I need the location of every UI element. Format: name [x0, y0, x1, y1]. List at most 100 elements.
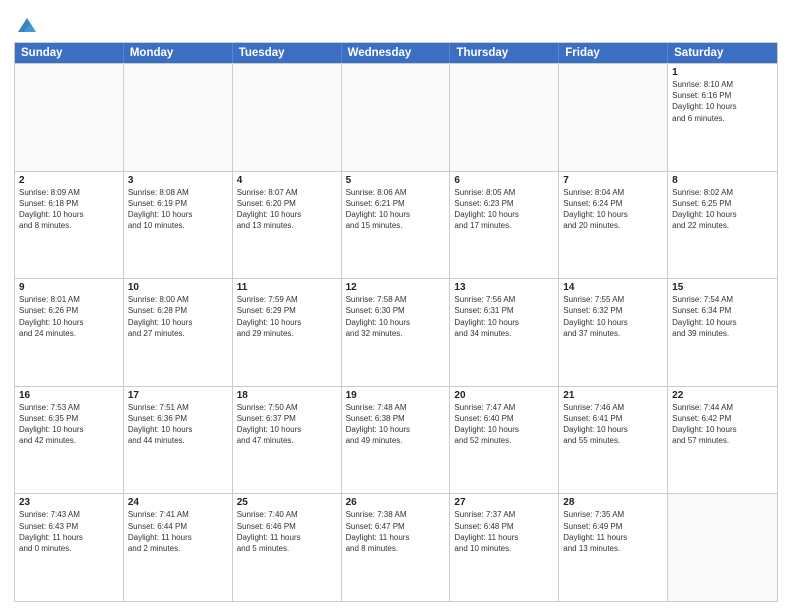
cal-cell: 13Sunrise: 7:56 AM Sunset: 6:31 PM Dayli… — [450, 279, 559, 386]
day-number: 7 — [563, 175, 663, 186]
calendar-body: 1Sunrise: 8:10 AM Sunset: 6:16 PM Daylig… — [15, 63, 777, 601]
logo — [14, 14, 38, 36]
cal-cell: 10Sunrise: 8:00 AM Sunset: 6:28 PM Dayli… — [124, 279, 233, 386]
cal-cell: 22Sunrise: 7:44 AM Sunset: 6:42 PM Dayli… — [668, 387, 777, 494]
day-info: Sunrise: 7:35 AM Sunset: 6:49 PM Dayligh… — [563, 509, 663, 554]
day-number: 16 — [19, 390, 119, 401]
day-number: 22 — [672, 390, 773, 401]
cal-week-2: 2Sunrise: 8:09 AM Sunset: 6:18 PM Daylig… — [15, 171, 777, 279]
calendar: SundayMondayTuesdayWednesdayThursdayFrid… — [14, 42, 778, 602]
day-number: 4 — [237, 175, 337, 186]
header — [14, 10, 778, 36]
cal-cell — [559, 64, 668, 171]
cal-header-thursday: Thursday — [450, 43, 559, 63]
cal-cell: 18Sunrise: 7:50 AM Sunset: 6:37 PM Dayli… — [233, 387, 342, 494]
day-info: Sunrise: 8:01 AM Sunset: 6:26 PM Dayligh… — [19, 294, 119, 339]
cal-cell: 1Sunrise: 8:10 AM Sunset: 6:16 PM Daylig… — [668, 64, 777, 171]
day-number: 27 — [454, 497, 554, 508]
day-number: 19 — [346, 390, 446, 401]
cal-cell: 8Sunrise: 8:02 AM Sunset: 6:25 PM Daylig… — [668, 172, 777, 279]
day-number: 5 — [346, 175, 446, 186]
day-info: Sunrise: 7:51 AM Sunset: 6:36 PM Dayligh… — [128, 402, 228, 447]
cal-header-friday: Friday — [559, 43, 668, 63]
cal-cell: 7Sunrise: 8:04 AM Sunset: 6:24 PM Daylig… — [559, 172, 668, 279]
day-info: Sunrise: 7:50 AM Sunset: 6:37 PM Dayligh… — [237, 402, 337, 447]
day-number: 11 — [237, 282, 337, 293]
day-number: 28 — [563, 497, 663, 508]
day-info: Sunrise: 8:07 AM Sunset: 6:20 PM Dayligh… — [237, 187, 337, 232]
day-number: 14 — [563, 282, 663, 293]
cal-cell — [668, 494, 777, 601]
day-number: 21 — [563, 390, 663, 401]
cal-cell: 25Sunrise: 7:40 AM Sunset: 6:46 PM Dayli… — [233, 494, 342, 601]
day-info: Sunrise: 8:06 AM Sunset: 6:21 PM Dayligh… — [346, 187, 446, 232]
day-info: Sunrise: 8:09 AM Sunset: 6:18 PM Dayligh… — [19, 187, 119, 232]
page: SundayMondayTuesdayWednesdayThursdayFrid… — [0, 0, 792, 612]
cal-cell: 28Sunrise: 7:35 AM Sunset: 6:49 PM Dayli… — [559, 494, 668, 601]
day-info: Sunrise: 7:59 AM Sunset: 6:29 PM Dayligh… — [237, 294, 337, 339]
cal-week-5: 23Sunrise: 7:43 AM Sunset: 6:43 PM Dayli… — [15, 493, 777, 601]
day-info: Sunrise: 7:55 AM Sunset: 6:32 PM Dayligh… — [563, 294, 663, 339]
day-number: 3 — [128, 175, 228, 186]
day-number: 15 — [672, 282, 773, 293]
cal-cell: 5Sunrise: 8:06 AM Sunset: 6:21 PM Daylig… — [342, 172, 451, 279]
cal-cell: 2Sunrise: 8:09 AM Sunset: 6:18 PM Daylig… — [15, 172, 124, 279]
day-info: Sunrise: 7:56 AM Sunset: 6:31 PM Dayligh… — [454, 294, 554, 339]
day-info: Sunrise: 7:54 AM Sunset: 6:34 PM Dayligh… — [672, 294, 773, 339]
cal-cell: 11Sunrise: 7:59 AM Sunset: 6:29 PM Dayli… — [233, 279, 342, 386]
cal-header-monday: Monday — [124, 43, 233, 63]
cal-header-wednesday: Wednesday — [342, 43, 451, 63]
day-info: Sunrise: 8:00 AM Sunset: 6:28 PM Dayligh… — [128, 294, 228, 339]
day-number: 20 — [454, 390, 554, 401]
cal-cell: 9Sunrise: 8:01 AM Sunset: 6:26 PM Daylig… — [15, 279, 124, 386]
day-info: Sunrise: 7:53 AM Sunset: 6:35 PM Dayligh… — [19, 402, 119, 447]
cal-cell: 19Sunrise: 7:48 AM Sunset: 6:38 PM Dayli… — [342, 387, 451, 494]
cal-cell: 26Sunrise: 7:38 AM Sunset: 6:47 PM Dayli… — [342, 494, 451, 601]
cal-cell — [15, 64, 124, 171]
day-number: 8 — [672, 175, 773, 186]
cal-week-3: 9Sunrise: 8:01 AM Sunset: 6:26 PM Daylig… — [15, 278, 777, 386]
cal-cell — [342, 64, 451, 171]
day-info: Sunrise: 7:46 AM Sunset: 6:41 PM Dayligh… — [563, 402, 663, 447]
day-number: 23 — [19, 497, 119, 508]
cal-cell: 27Sunrise: 7:37 AM Sunset: 6:48 PM Dayli… — [450, 494, 559, 601]
cal-cell: 21Sunrise: 7:46 AM Sunset: 6:41 PM Dayli… — [559, 387, 668, 494]
day-info: Sunrise: 7:48 AM Sunset: 6:38 PM Dayligh… — [346, 402, 446, 447]
day-info: Sunrise: 7:38 AM Sunset: 6:47 PM Dayligh… — [346, 509, 446, 554]
day-info: Sunrise: 8:08 AM Sunset: 6:19 PM Dayligh… — [128, 187, 228, 232]
day-info: Sunrise: 7:41 AM Sunset: 6:44 PM Dayligh… — [128, 509, 228, 554]
day-info: Sunrise: 7:47 AM Sunset: 6:40 PM Dayligh… — [454, 402, 554, 447]
cal-cell: 15Sunrise: 7:54 AM Sunset: 6:34 PM Dayli… — [668, 279, 777, 386]
cal-header-saturday: Saturday — [668, 43, 777, 63]
day-number: 10 — [128, 282, 228, 293]
cal-cell: 24Sunrise: 7:41 AM Sunset: 6:44 PM Dayli… — [124, 494, 233, 601]
day-number: 2 — [19, 175, 119, 186]
cal-header-tuesday: Tuesday — [233, 43, 342, 63]
day-info: Sunrise: 7:44 AM Sunset: 6:42 PM Dayligh… — [672, 402, 773, 447]
day-number: 13 — [454, 282, 554, 293]
day-number: 6 — [454, 175, 554, 186]
day-number: 1 — [672, 67, 773, 78]
day-info: Sunrise: 7:58 AM Sunset: 6:30 PM Dayligh… — [346, 294, 446, 339]
day-number: 17 — [128, 390, 228, 401]
cal-cell: 3Sunrise: 8:08 AM Sunset: 6:19 PM Daylig… — [124, 172, 233, 279]
cal-cell: 14Sunrise: 7:55 AM Sunset: 6:32 PM Dayli… — [559, 279, 668, 386]
cal-cell: 23Sunrise: 7:43 AM Sunset: 6:43 PM Dayli… — [15, 494, 124, 601]
logo-icon — [16, 14, 38, 36]
day-info: Sunrise: 7:37 AM Sunset: 6:48 PM Dayligh… — [454, 509, 554, 554]
day-info: Sunrise: 8:10 AM Sunset: 6:16 PM Dayligh… — [672, 79, 773, 124]
cal-cell: 4Sunrise: 8:07 AM Sunset: 6:20 PM Daylig… — [233, 172, 342, 279]
cal-header-sunday: Sunday — [15, 43, 124, 63]
cal-cell: 20Sunrise: 7:47 AM Sunset: 6:40 PM Dayli… — [450, 387, 559, 494]
cal-week-4: 16Sunrise: 7:53 AM Sunset: 6:35 PM Dayli… — [15, 386, 777, 494]
cal-cell: 12Sunrise: 7:58 AM Sunset: 6:30 PM Dayli… — [342, 279, 451, 386]
cal-cell: 6Sunrise: 8:05 AM Sunset: 6:23 PM Daylig… — [450, 172, 559, 279]
day-number: 9 — [19, 282, 119, 293]
cal-cell — [450, 64, 559, 171]
day-info: Sunrise: 7:40 AM Sunset: 6:46 PM Dayligh… — [237, 509, 337, 554]
day-info: Sunrise: 8:04 AM Sunset: 6:24 PM Dayligh… — [563, 187, 663, 232]
day-info: Sunrise: 7:43 AM Sunset: 6:43 PM Dayligh… — [19, 509, 119, 554]
day-number: 25 — [237, 497, 337, 508]
cal-week-1: 1Sunrise: 8:10 AM Sunset: 6:16 PM Daylig… — [15, 63, 777, 171]
day-number: 18 — [237, 390, 337, 401]
